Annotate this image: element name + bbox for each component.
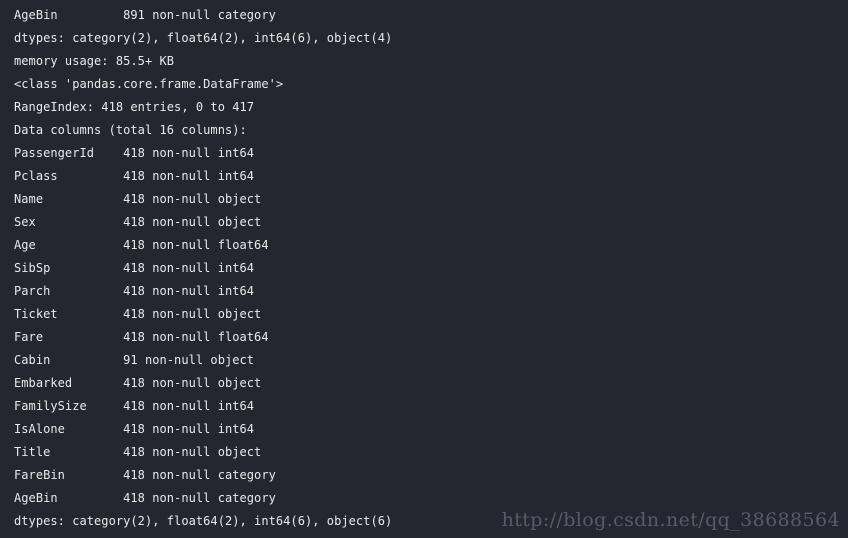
console-line: Parch 418 non-null int64 (14, 284, 255, 298)
console-line: PassengerId 418 non-null int64 (14, 146, 255, 160)
console-line: dtypes: category(2), float64(2), int64(6… (14, 31, 393, 45)
console-line: memory usage: 85.5+ KB (14, 54, 175, 68)
console-line: IsAlone 418 non-null int64 (14, 422, 255, 436)
console-line: <class 'pandas.core.frame.DataFrame'> (14, 77, 284, 91)
console-line: RangeIndex: 418 entries, 0 to 417 (14, 100, 255, 114)
console-line: Cabin 91 non-null object (14, 353, 255, 367)
console-line: FareBin 418 non-null category (14, 468, 276, 482)
console-line: AgeBin 891 non-null category (14, 8, 276, 22)
console-line: Age 418 non-null float64 (14, 238, 269, 252)
console-line: SibSp 418 non-null int64 (14, 261, 255, 275)
watermark-url: http://blog.csdn.net/qq_38688564 (501, 509, 840, 531)
console-line: Embarked 418 non-null object (14, 376, 262, 390)
console-line: Sex 418 non-null object (14, 215, 262, 229)
console-line: Name 418 non-null object (14, 192, 262, 206)
console-line: Fare 418 non-null float64 (14, 330, 269, 344)
console-line: FamilySize 418 non-null int64 (14, 399, 255, 413)
console-line: Pclass 418 non-null int64 (14, 169, 255, 183)
console-line: Ticket 418 non-null object (14, 307, 262, 321)
console-text-block[interactable]: AgeBin 891 non-null category dtypes: cate… (0, 4, 848, 533)
console-line: Title 418 non-null object (14, 445, 262, 459)
console-line: AgeBin 418 non-null category (14, 491, 276, 505)
console-line: Data columns (total 16 columns): (14, 123, 247, 137)
console-output-panel: AgeBin 891 non-null category dtypes: cate… (0, 0, 848, 538)
